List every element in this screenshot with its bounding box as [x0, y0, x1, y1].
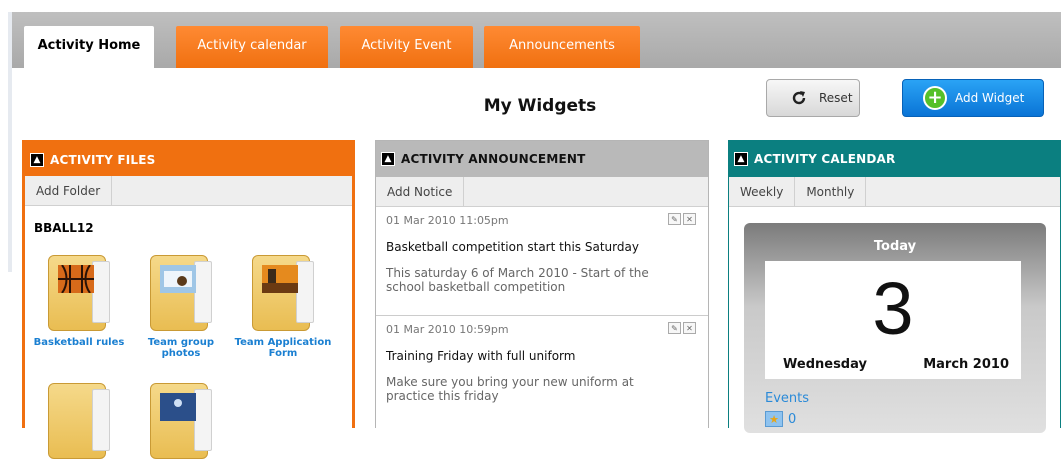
- event-star-icon: ★: [765, 411, 783, 427]
- collapse-caret-icon[interactable]: ▲: [734, 152, 748, 166]
- calendar-widget-title: ACTIVITY CALENDAR: [754, 152, 896, 166]
- photo-thumb-icon: [160, 393, 196, 421]
- tab-activity-calendar[interactable]: Activity calendar: [176, 26, 328, 68]
- notice-body: This saturday 6 of March 2010 - Start of…: [386, 266, 649, 294]
- notice-controls: ✎ ✕: [668, 213, 696, 225]
- activity-files-widget: ▲ ACTIVITY FILES Add Folder BBALL12 Bask…: [22, 140, 355, 459]
- add-folder-button[interactable]: Add Folder: [25, 176, 113, 205]
- tab-activity-event[interactable]: Activity Event: [340, 26, 473, 68]
- photo-thumb-icon: [160, 265, 196, 293]
- folder-icon: [150, 255, 212, 331]
- file-item-partial[interactable]: [29, 383, 129, 459]
- refresh-icon: [787, 86, 811, 110]
- close-icon[interactable]: ✕: [683, 213, 696, 225]
- files-widget-header: ▲ ACTIVITY FILES: [25, 143, 352, 176]
- file-label: Team group photos: [147, 337, 215, 359]
- today-card: Today 3 Wednesday March 2010 Events ★ 0: [744, 223, 1046, 433]
- notice-heading: Basketball competition start this Saturd…: [386, 240, 639, 254]
- announcement-widget-header: ▲ ACTIVITY ANNOUNCEMENT: [376, 141, 708, 177]
- folder-icon: [252, 255, 314, 331]
- notice-heading: Training Friday with full uniform: [386, 349, 576, 363]
- notice-body: Make sure you bring your new uniform at …: [386, 375, 634, 403]
- date-sheet: 3 Wednesday March 2010: [765, 261, 1021, 379]
- activity-announcement-widget: ▲ ACTIVITY ANNOUNCEMENT Add Notice 01 Ma…: [375, 140, 709, 428]
- notice-item: 01 Mar 2010 10:59pm ✎ ✕ Training Friday …: [376, 317, 708, 425]
- file-item-partial[interactable]: [131, 383, 231, 459]
- plus-icon: +: [923, 86, 947, 110]
- reset-label: Reset: [819, 91, 853, 105]
- tab-announcements[interactable]: Announcements: [484, 26, 640, 68]
- notice-controls: ✎ ✕: [668, 322, 696, 334]
- event-count[interactable]: ★ 0: [765, 411, 796, 427]
- weekday-label: Wednesday: [783, 357, 867, 372]
- left-accent-line: [8, 12, 12, 272]
- file-item-team-group-photos[interactable]: Team group photos: [131, 255, 231, 359]
- monthly-view-button[interactable]: Monthly: [795, 177, 867, 206]
- announcement-toolbar: Add Notice: [376, 177, 708, 207]
- folder-icon: [48, 383, 110, 459]
- weekly-view-button[interactable]: Weekly: [729, 177, 796, 206]
- file-item-team-application-form[interactable]: Team Application Form: [233, 255, 333, 359]
- calendar-toolbar: Weekly Monthly: [729, 177, 1060, 207]
- file-item-basketball-rules[interactable]: Basketball rules: [29, 255, 129, 348]
- add-widget-button[interactable]: + Add Widget: [902, 79, 1044, 117]
- collapse-caret-icon[interactable]: ▲: [381, 152, 395, 166]
- activity-calendar-widget: ▲ ACTIVITY CALENDAR Weekly Monthly Today…: [728, 140, 1061, 433]
- add-notice-button[interactable]: Add Notice: [376, 177, 465, 206]
- sunset-thumb-icon: [262, 265, 298, 293]
- reset-button[interactable]: Reset: [766, 79, 860, 117]
- add-widget-label: Add Widget: [955, 91, 1025, 105]
- files-toolbar: Add Folder: [25, 176, 352, 206]
- calendar-widget-header: ▲ ACTIVITY CALENDAR: [729, 141, 1060, 177]
- folder-icon: [150, 383, 212, 459]
- edit-icon[interactable]: ✎: [668, 213, 681, 225]
- month-year-label: March 2010: [923, 357, 1009, 372]
- today-label: Today: [873, 239, 917, 254]
- page-title: My Widgets: [483, 96, 597, 116]
- notice-date: 01 Mar 2010 10:59pm: [386, 323, 509, 336]
- file-label: Team Application Form: [234, 337, 332, 359]
- event-count-value: 0: [788, 411, 797, 427]
- file-label: Basketball rules: [33, 337, 125, 348]
- edit-icon[interactable]: ✎: [668, 322, 681, 334]
- announcement-widget-title: ACTIVITY ANNOUNCEMENT: [401, 152, 586, 166]
- collapse-caret-icon[interactable]: ▲: [30, 152, 44, 167]
- close-icon[interactable]: ✕: [683, 322, 696, 334]
- folder-icon: [48, 255, 110, 331]
- events-link[interactable]: Events: [765, 391, 809, 406]
- basketball-thumb-icon: [58, 265, 94, 293]
- notice-date: 01 Mar 2010 11:05pm: [386, 214, 509, 227]
- tab-activity-home[interactable]: Activity Home: [24, 26, 154, 68]
- day-number: 3: [872, 267, 914, 350]
- notice-item: 01 Mar 2010 11:05pm ✎ ✕ Basketball compe…: [376, 208, 708, 316]
- top-strip: [0, 0, 1061, 12]
- folder-name: BBALL12: [34, 221, 94, 235]
- files-widget-title: ACTIVITY FILES: [50, 152, 156, 167]
